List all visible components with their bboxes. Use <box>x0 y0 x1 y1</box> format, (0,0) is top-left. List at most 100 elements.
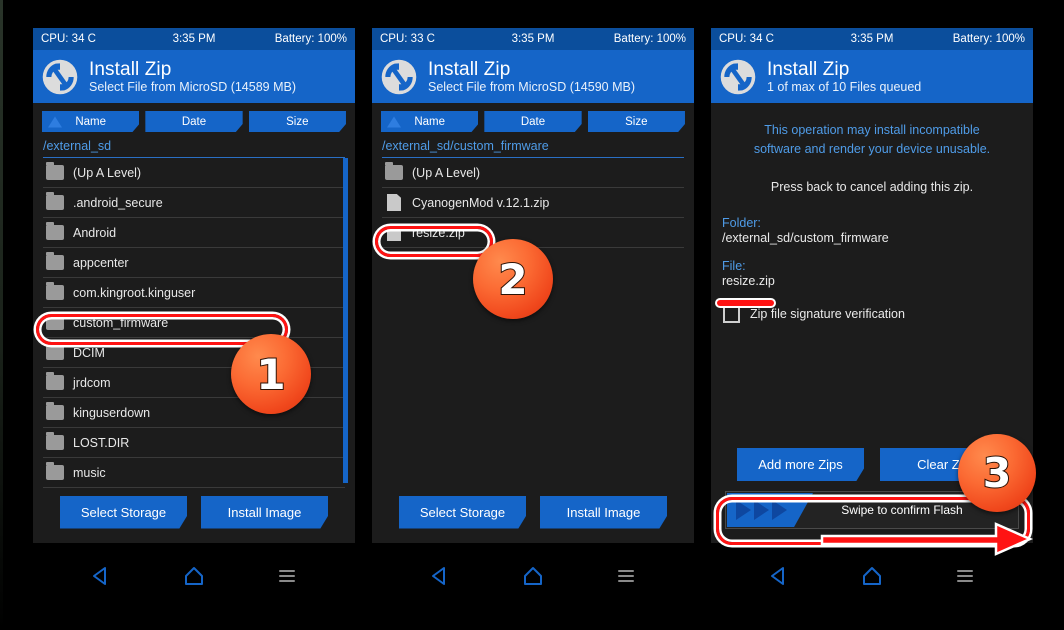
sort-by-date-button[interactable]: Date <box>145 111 243 132</box>
home-pentagon-icon[interactable] <box>521 564 545 588</box>
press-back-hint: Press back to cancel adding this zip. <box>770 179 974 194</box>
folder-info-block: Folder: /external_sd/custom_firmware <box>711 216 1033 245</box>
file-name-label: .android_secure <box>73 195 163 210</box>
file-name-label: resize.zip <box>412 225 465 240</box>
file-name-label: (Up A Level) <box>412 165 481 180</box>
folder-icon <box>46 222 64 240</box>
back-triangle-icon[interactable] <box>89 564 113 588</box>
file-list-item[interactable]: LOST.DIR <box>43 428 345 458</box>
add-more-zips-button[interactable]: Add more Zips <box>737 448 864 481</box>
file-name-label: kinguserdown <box>73 405 151 420</box>
file-name-label: com.kingroot.kinguser <box>73 285 196 300</box>
zip-signature-label: Zip file signature verification <box>750 307 905 322</box>
file-list-item[interactable]: CyanogenMod v.12.1.zip <box>382 188 684 218</box>
file-list-item[interactable]: (Up A Level) <box>382 158 684 188</box>
page-title-2: Install Zip <box>428 58 511 80</box>
twrp-logo-icon <box>720 59 756 94</box>
back-triangle-icon[interactable] <box>767 564 791 588</box>
file-list-item[interactable]: Android <box>43 218 345 248</box>
file-info-block: File: resize.zip <box>711 259 1033 288</box>
screenshot-root: CPU: 34 C 3:35 PM Battery: 100% Install … <box>0 0 1064 630</box>
battery-label: Battery: 100% <box>274 33 347 45</box>
title-bar-3: Install Zip 1 of max of 10 Files queued <box>711 50 1033 103</box>
sort-date-label: Date <box>520 115 546 128</box>
file-list-item[interactable]: custom_firmware <box>43 308 345 338</box>
sort-date-label: Date <box>181 115 207 128</box>
page-subtitle-2: Select File from MicroSD (14590 MB) <box>428 80 636 95</box>
sort-buttons-row-1: Name Date Size <box>33 103 355 136</box>
file-name-label: LOST.DIR <box>73 435 130 450</box>
cpu-temp-label: CPU: 34 C <box>719 33 774 45</box>
folder-icon <box>46 462 64 480</box>
file-list-2[interactable]: (Up A Level) CyanogenMod v.12.1.zip resize… <box>382 157 684 248</box>
sort-by-date-button[interactable]: Date <box>484 111 582 132</box>
step-badge-3: 3 <box>958 434 1036 512</box>
folder-icon <box>385 162 403 180</box>
folder-icon <box>46 372 64 390</box>
install-image-button-1[interactable]: Install Image <box>201 495 328 529</box>
sort-by-name-button[interactable]: Name <box>42 111 140 132</box>
page-title-1: Install Zip <box>89 58 172 80</box>
sort-by-size-button[interactable]: Size <box>587 111 685 132</box>
back-triangle-icon[interactable] <box>428 564 452 588</box>
title-bar-1: Install Zip Select File from MicroSD (14… <box>33 50 355 103</box>
title-bar-2: Install Zip Select File from MicroSD (14… <box>372 50 694 103</box>
panel-1-content: Name Date Size /external_sd (Up A Level)… <box>33 103 355 543</box>
phone-panel-1: CPU: 34 C 3:35 PM Battery: 100% Install … <box>33 28 355 608</box>
file-list-1[interactable]: (Up A Level) .android_secure Android appcen… <box>43 157 348 488</box>
folder-icon <box>46 252 64 270</box>
sort-ascending-triangle-icon <box>387 116 401 127</box>
file-name-label: music <box>73 465 106 480</box>
panel-2-content: Name Date Size /external_sd/custom_firmw… <box>372 103 694 543</box>
file-list-item[interactable]: com.kingroot.kinguser <box>43 278 345 308</box>
sort-by-name-button[interactable]: Name <box>381 111 479 132</box>
sort-size-label: Size <box>286 115 309 128</box>
folder-icon <box>46 192 64 210</box>
folder-value: /external_sd/custom_firmware <box>722 230 889 245</box>
page-title-3: Install Zip <box>767 58 850 80</box>
hamburger-menu-icon[interactable] <box>275 564 299 588</box>
folder-label: Folder: <box>722 215 761 230</box>
sort-by-size-button[interactable]: Size <box>248 111 346 132</box>
file-list-item[interactable]: .android_secure <box>43 188 345 218</box>
warning-line-2: software and render your device unusable… <box>753 142 991 157</box>
file-name-label: (Up A Level) <box>73 165 142 180</box>
file-name-label: custom_firmware <box>73 315 169 330</box>
file-name-label: CyanogenMod v.12.1.zip <box>412 195 550 210</box>
status-bar-2: CPU: 33 C 3:35 PM Battery: 100% <box>372 28 694 50</box>
twrp-logo-icon <box>42 59 78 94</box>
hamburger-menu-icon[interactable] <box>953 564 977 588</box>
home-pentagon-icon[interactable] <box>860 564 884 588</box>
folder-icon <box>46 342 64 360</box>
folder-icon <box>46 162 64 180</box>
file-list-item[interactable]: kinguserdown <box>43 398 345 428</box>
twrp-logo-icon <box>381 59 417 94</box>
zip-signature-verification-row[interactable]: Zip file signature verification <box>711 305 1033 323</box>
sort-buttons-row-2: Name Date Size <box>372 103 694 136</box>
select-storage-button-2[interactable]: Select Storage <box>399 495 526 529</box>
folder-icon <box>46 312 64 330</box>
panel-2-action-bar: Select Storage Install Image <box>372 481 694 543</box>
status-bar-3: CPU: 34 C 3:35 PM Battery: 100% <box>711 28 1033 50</box>
file-list-item[interactable]: (Up A Level) <box>43 158 345 188</box>
sort-name-label: Name <box>75 115 106 128</box>
list-scrollbar[interactable] <box>343 158 348 483</box>
left-edge-tint <box>0 0 3 630</box>
file-label: File: <box>722 258 746 273</box>
file-value: resize.zip <box>722 273 775 288</box>
file-name-label: Android <box>73 225 117 240</box>
install-image-button-2[interactable]: Install Image <box>540 495 667 529</box>
android-nav-bar-3 <box>711 543 1033 608</box>
zip-signature-checkbox[interactable] <box>723 305 740 323</box>
home-pentagon-icon[interactable] <box>182 564 206 588</box>
step-badge-1: 1 <box>231 334 311 414</box>
hamburger-menu-icon[interactable] <box>614 564 638 588</box>
cpu-temp-label: CPU: 33 C <box>380 33 435 45</box>
select-storage-button-1[interactable]: Select Storage <box>60 495 187 529</box>
folder-icon <box>46 402 64 420</box>
file-list-item[interactable]: appcenter <box>43 248 345 278</box>
file-name-label: jrdcom <box>73 375 111 390</box>
folder-icon <box>46 432 64 450</box>
phone-panel-3: CPU: 34 C 3:35 PM Battery: 100% Install … <box>711 28 1033 608</box>
queue-status-label: 1 of max of 10 Files queued <box>767 80 922 95</box>
